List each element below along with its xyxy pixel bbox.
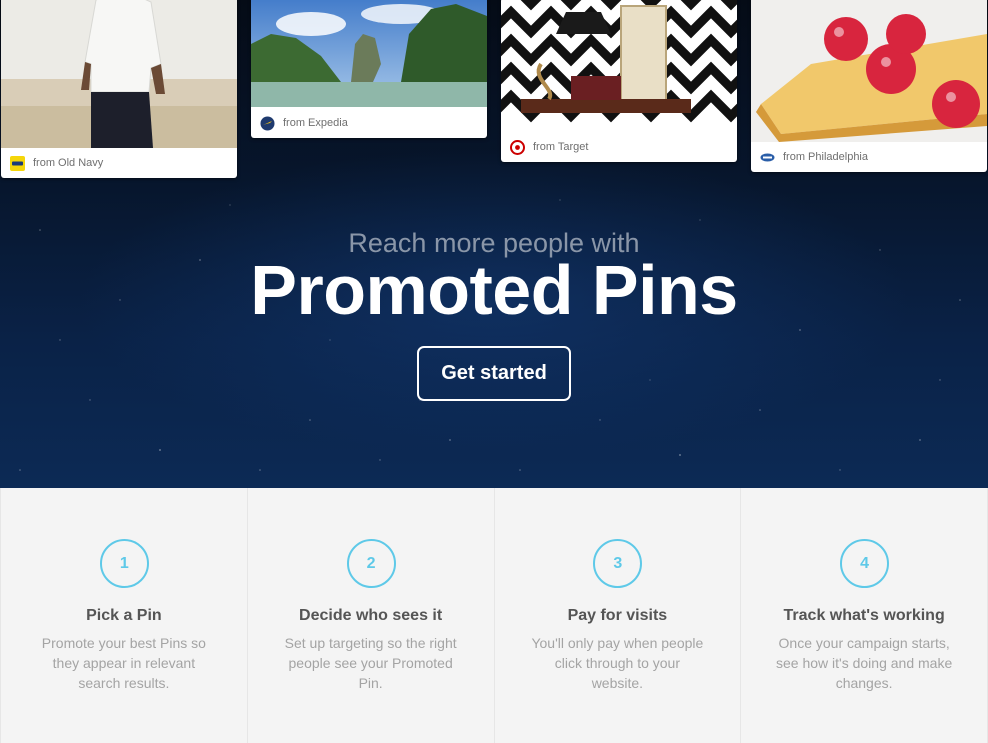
get-started-button[interactable]: Get started xyxy=(417,346,571,401)
step-description: Set up targeting so the right people see… xyxy=(284,635,457,691)
pin-card-target[interactable]: from Target xyxy=(501,0,737,162)
step-card-2: 2 Decide who sees it Set up targeting so… xyxy=(247,488,494,743)
hero-section: from Old Navy from Expedia from Target f… xyxy=(0,0,988,488)
step-title: Pick a Pin xyxy=(86,607,162,624)
philadelphia-logo-icon xyxy=(760,153,775,161)
pin-image-man-on-beach xyxy=(1,0,237,148)
expedia-logo-icon xyxy=(260,116,275,130)
step-description: Once your campaign starts, see how it's … xyxy=(776,635,953,691)
hero-title: Promoted Pins xyxy=(250,251,738,329)
pin-source: from Old Navy xyxy=(1,148,237,178)
steps-section: 1 Pick a Pin Promote your best Pins so t… xyxy=(0,488,988,743)
pin-source-label: from Philadelphia xyxy=(783,151,868,163)
pin-source-label: from Old Navy xyxy=(33,157,104,169)
step-card-4: 4 Track what's working Once your campaig… xyxy=(741,488,987,743)
pin-image-raspberry-dessert xyxy=(751,0,987,142)
step-number-badge: 3 xyxy=(593,539,643,588)
pin-image-island-rocks xyxy=(251,0,487,107)
pin-source: from Philadelphia xyxy=(751,142,987,172)
pin-card-philadelphia[interactable]: from Philadelphia xyxy=(751,0,987,172)
pin-card-expedia[interactable]: from Expedia xyxy=(251,0,487,138)
step-title: Pay for visits xyxy=(567,607,668,624)
old-navy-logo-icon xyxy=(10,155,25,171)
step-card-3: 3 Pay for visits You'll only pay when pe… xyxy=(494,488,741,743)
step-number-badge: 1 xyxy=(99,539,149,588)
step-description: You'll only pay when people click throug… xyxy=(531,635,704,691)
pin-card-old-navy[interactable]: from Old Navy xyxy=(1,0,237,178)
pin-source: from Target xyxy=(501,132,737,162)
target-logo-icon xyxy=(510,139,525,155)
pin-source: from Expedia xyxy=(251,108,487,138)
pin-source-label: from Target xyxy=(533,141,589,153)
step-description: Promote your best Pins so they appear in… xyxy=(41,635,206,691)
pin-image-chevron-interior xyxy=(501,0,737,132)
pin-source-label: from Expedia xyxy=(283,117,348,129)
step-number-badge: 4 xyxy=(840,539,890,588)
step-card-1: 1 Pick a Pin Promote your best Pins so t… xyxy=(1,488,247,743)
step-title: Track what's working xyxy=(783,607,945,624)
step-title: Decide who sees it xyxy=(299,607,443,624)
step-number-badge: 2 xyxy=(346,539,396,588)
